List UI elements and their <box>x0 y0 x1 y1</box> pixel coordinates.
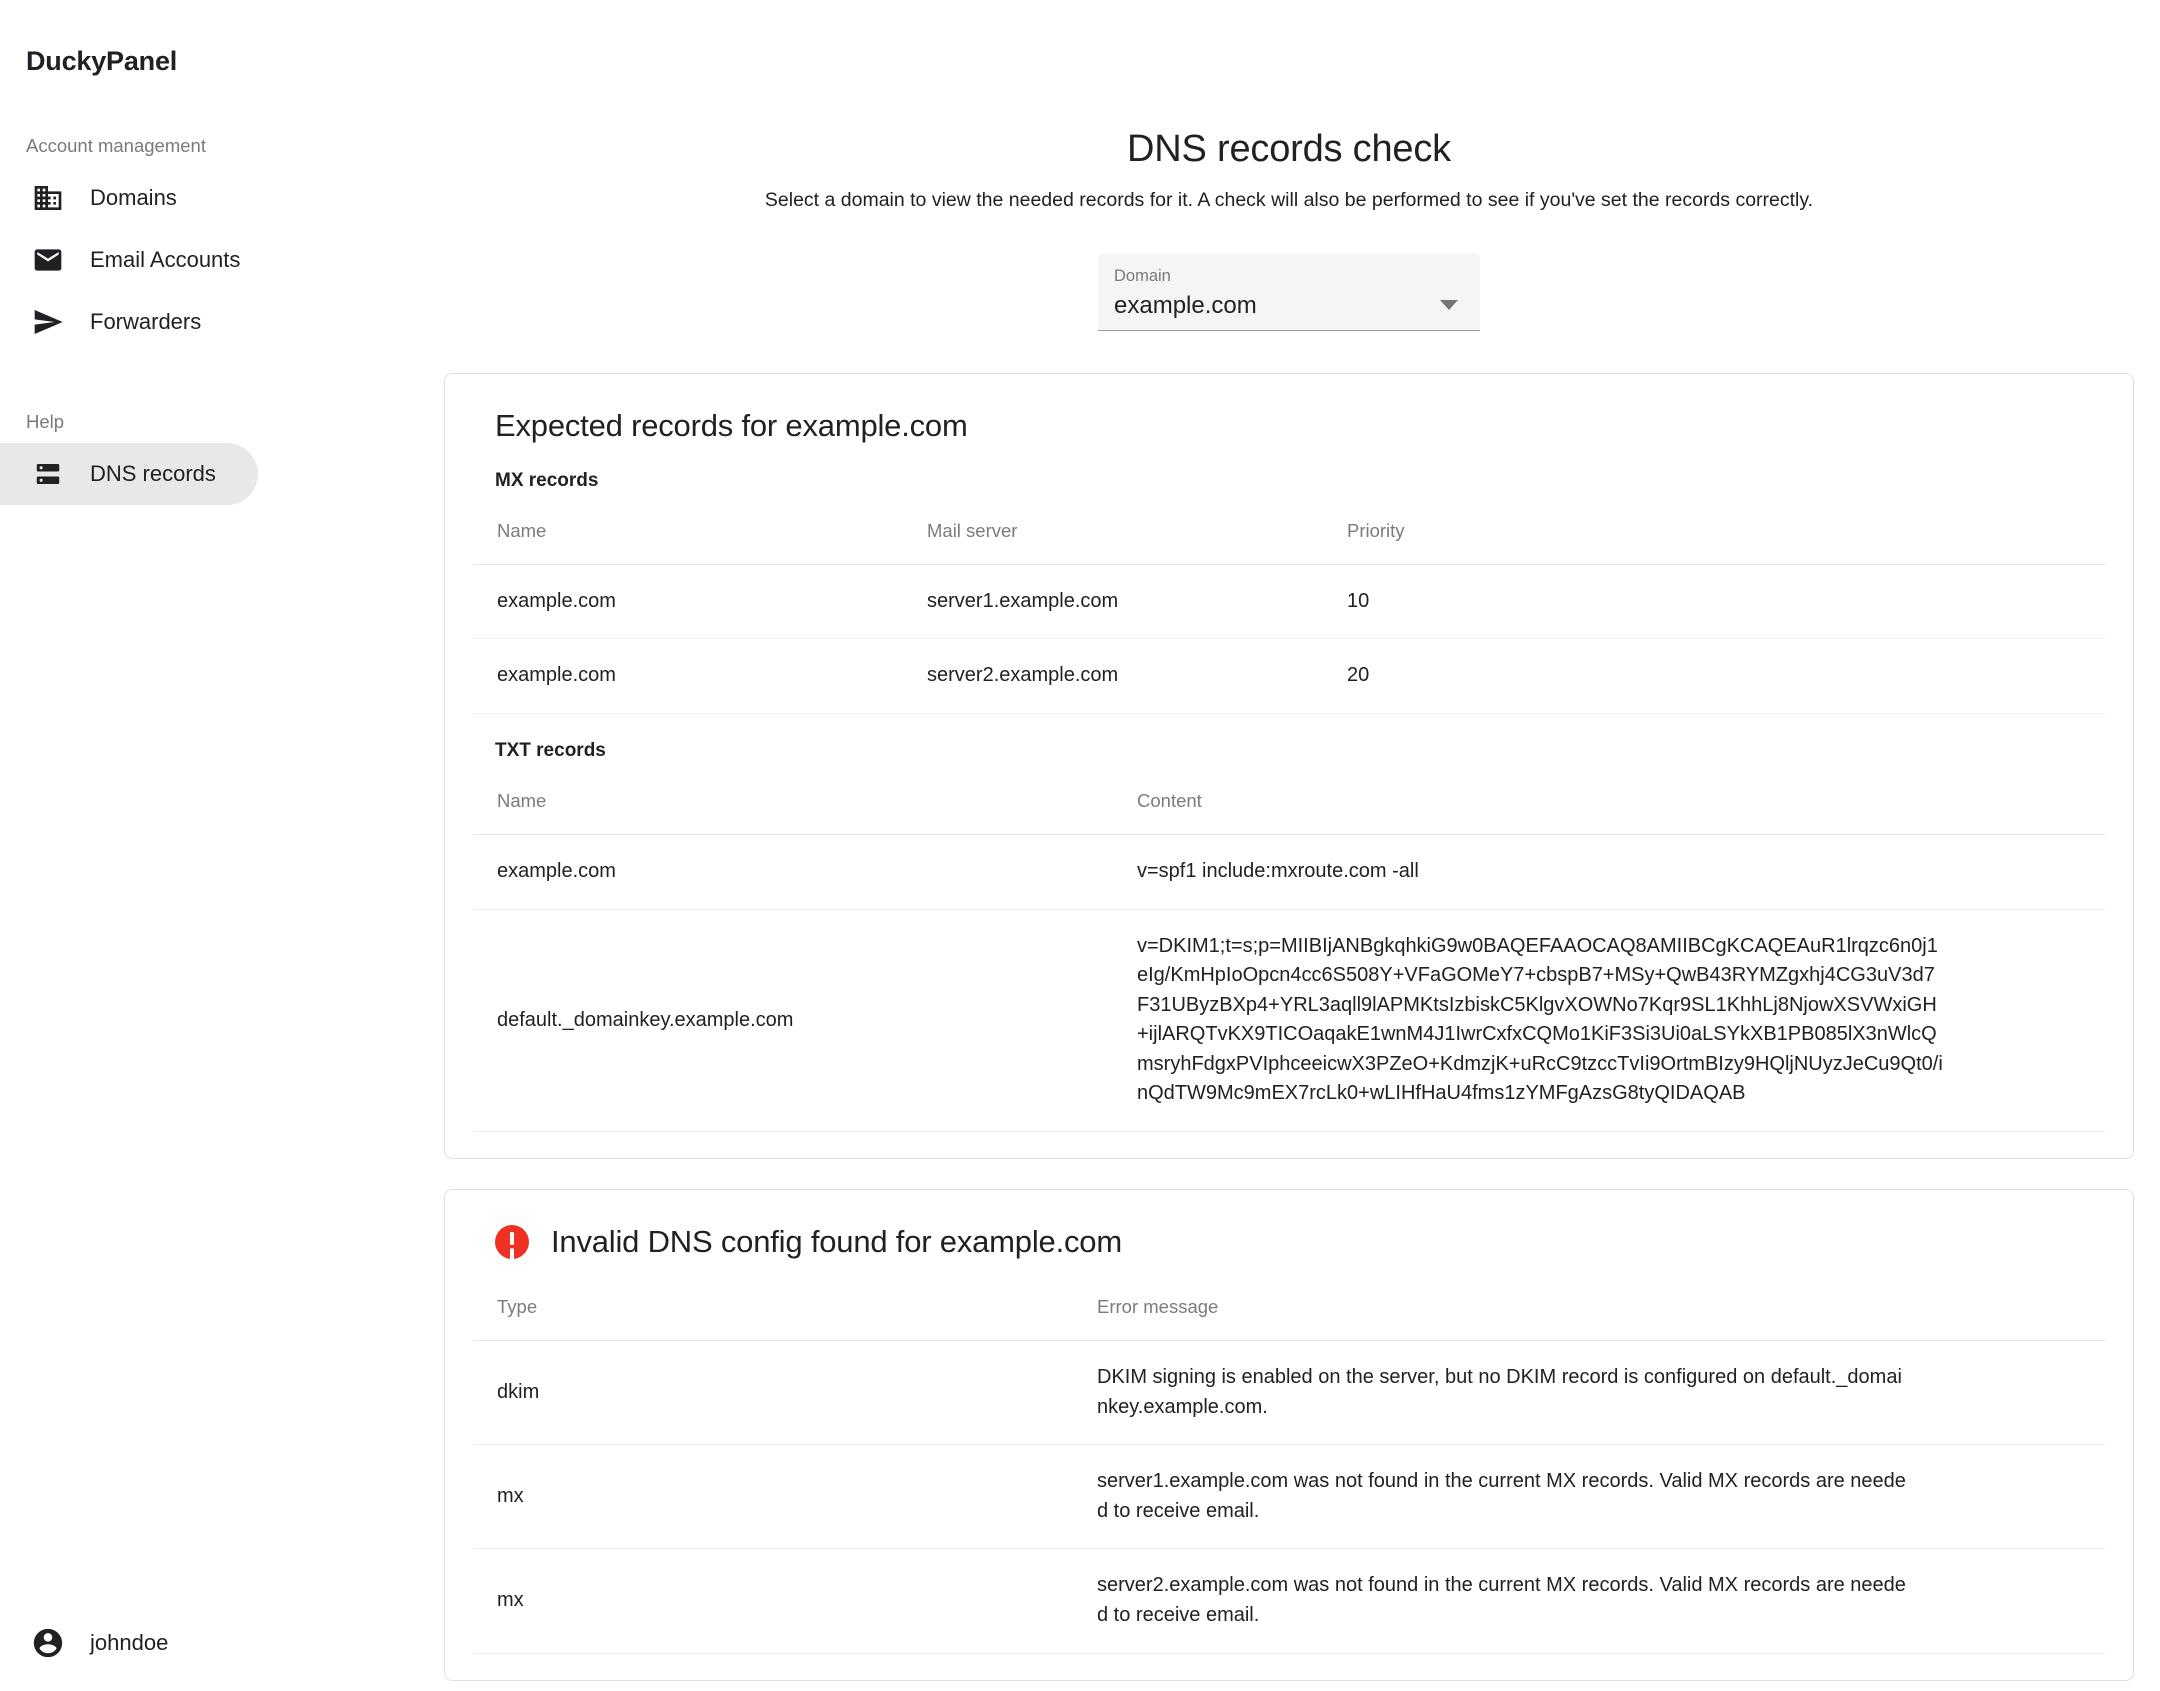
sidebar-item-domains[interactable]: Domains <box>0 167 258 229</box>
error-message-text: DKIM signing is enabled on the server, b… <box>1097 1366 1902 1418</box>
table-row: mx server2.example.com was not found in … <box>473 1548 2105 1654</box>
sidebar-item-dns-records[interactable]: DNS records <box>0 443 258 505</box>
cell-content: v=DKIM1;t=s;p=MIIBIjANBgkqhkiG9w0BAQEFAA… <box>1113 909 2105 1133</box>
expected-records-title-row: Expected records for example.com <box>473 408 2105 444</box>
column-header-type: Type <box>473 1278 1073 1342</box>
expected-records-card: Expected records for example.com MX reco… <box>444 372 2134 1160</box>
table-header-row: Name Content <box>473 771 2105 835</box>
page-subtitle: Select a domain to view the needed recor… <box>764 189 1814 211</box>
table-row: example.com server2.example.com 20 <box>473 638 2105 714</box>
sidebar-item-label: Forwarders <box>90 309 202 334</box>
cell-priority: 10 <box>1323 564 2105 640</box>
table-row: mx server1.example.com was not found in … <box>473 1444 2105 1550</box>
app-brand: DuckyPanel <box>26 46 178 76</box>
cell-type: mx <box>473 1548 1073 1654</box>
expected-records-title: Expected records for example.com <box>495 407 968 443</box>
mx-records-table: Name Mail server Priority example.com se… <box>473 501 2105 714</box>
dkim-value: v=DKIM1;t=s;p=MIIBIjANBgkqhkiG9w0BAQEFAA… <box>1137 934 1943 1105</box>
sidebar: DuckyPanel Account management Domains Em… <box>0 0 418 1691</box>
table-row: dkim DKIM signing is enabled on the serv… <box>473 1340 2105 1446</box>
page-title: DNS records check <box>1127 128 1451 170</box>
dns-icon <box>28 454 68 494</box>
invalid-dns-title-row: Invalid DNS config found for example.com <box>473 1224 2105 1260</box>
txt-records-section-label: TXT records <box>495 739 606 761</box>
error-icon <box>495 1225 529 1260</box>
column-header-error-message: Error message <box>1073 1278 2105 1342</box>
main-content: DNS records check Select a domain to vie… <box>418 0 2160 1691</box>
domain-select-label: Domain <box>1114 267 1171 285</box>
cell-content: v=spf1 include:mxroute.com -all <box>1113 834 2105 910</box>
sidebar-item-email-accounts[interactable]: Email Accounts <box>0 229 258 291</box>
send-icon <box>28 302 68 342</box>
sidebar-section-help: Help <box>26 411 65 432</box>
cell-type: dkim <box>473 1340 1073 1446</box>
app-root: DuckyPanel Account management Domains Em… <box>0 0 2160 1691</box>
sidebar-section-account-management: Account management <box>26 135 206 156</box>
cell-error-message: server1.example.com was not found in the… <box>1073 1444 2105 1550</box>
column-header-priority: Priority <box>1323 501 2105 565</box>
error-message-text: server1.example.com was not found in the… <box>1097 1470 1906 1522</box>
txt-records-table: Name Content example.com v=spf1 include:… <box>473 771 2105 1133</box>
sidebar-item-label: DNS records <box>90 461 216 486</box>
error-message-text: server2.example.com was not found in the… <box>1097 1574 1906 1627</box>
cell-priority: 20 <box>1323 638 2105 714</box>
cell-error-message: server2.example.com was not found in the… <box>1073 1548 2105 1654</box>
table-row: example.com server1.example.com 10 <box>473 564 2105 640</box>
dns-errors-table: Type Error message dkim DKIM signing is … <box>473 1278 2105 1654</box>
domain-select-wrap: Domain example.com <box>418 254 2160 331</box>
chevron-down-icon[interactable] <box>1440 300 1458 310</box>
domain-select[interactable]: Domain example.com <box>1098 254 1480 331</box>
table-header-row: Name Mail server Priority <box>473 501 2105 565</box>
table-header-row: Type Error message <box>473 1278 2105 1342</box>
sidebar-item-forwarders[interactable]: Forwarders <box>0 291 258 353</box>
user-name: johndoe <box>90 1630 169 1655</box>
domain-select-value: example.com <box>1114 292 1257 320</box>
cell-mail-server: server1.example.com <box>903 564 1323 640</box>
invalid-dns-title: Invalid DNS config found for example.com <box>551 1224 1122 1260</box>
cell-type: mx <box>473 1444 1073 1550</box>
column-header-name: Name <box>473 771 1113 835</box>
spf-value: v=spf1 include:mxroute.com -all <box>1137 859 1419 882</box>
column-header-mail-server: Mail server <box>903 501 1323 565</box>
table-row: example.com v=spf1 include:mxroute.com -… <box>473 834 2105 910</box>
sidebar-item-label: Domains <box>90 185 177 210</box>
cell-name: example.com <box>473 834 1113 910</box>
domain-icon <box>28 178 68 218</box>
account-circle-icon <box>28 1623 68 1663</box>
table-row: default._domainkey.example.com v=DKIM1;t… <box>473 909 2105 1133</box>
cell-name: example.com <box>473 564 903 640</box>
sidebar-item-label: Email Accounts <box>90 247 241 272</box>
cell-error-message: DKIM signing is enabled on the server, b… <box>1073 1340 2105 1446</box>
column-header-name: Name <box>473 501 903 565</box>
user-account-row[interactable]: johndoe <box>0 1623 168 1663</box>
cell-name: example.com <box>473 638 903 714</box>
email-icon <box>28 240 68 280</box>
mx-records-section-label: MX records <box>495 469 599 491</box>
invalid-dns-card: Invalid DNS config found for example.com… <box>444 1189 2134 1681</box>
cell-mail-server: server2.example.com <box>903 638 1323 714</box>
cell-name: default._domainkey.example.com <box>473 909 1113 1133</box>
column-header-content: Content <box>1113 771 2105 835</box>
